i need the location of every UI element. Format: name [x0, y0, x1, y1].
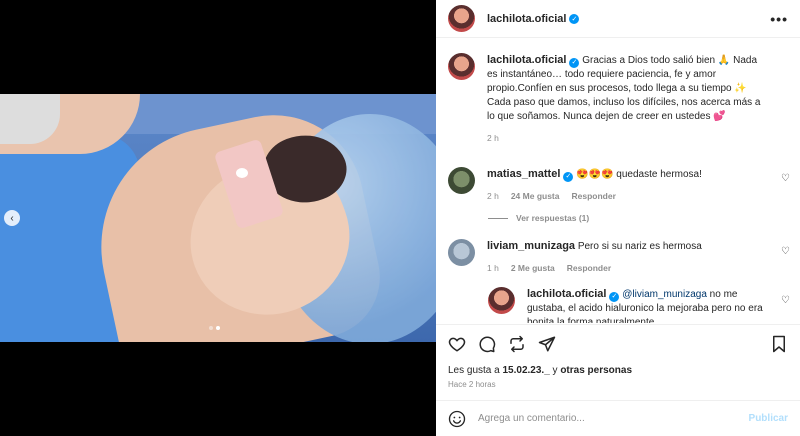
- reply-mention[interactable]: @liviam_munizaga: [622, 289, 707, 300]
- reply-item: lachilota.oficial ✓ @liviam_munizaga no m…: [488, 287, 773, 323]
- reply-avatar[interactable]: [488, 287, 515, 314]
- share-icon: [538, 336, 556, 351]
- heart-icon: [448, 337, 466, 352]
- verified-icon: ✓: [563, 172, 574, 182]
- comment-composer: Publicar: [436, 400, 800, 436]
- author-username[interactable]: lachilota.oficial: [487, 13, 566, 25]
- replies-divider: [488, 217, 508, 219]
- heart-icon[interactable]: ♡: [781, 173, 790, 184]
- post-timestamp: Hace 2 horas: [448, 380, 496, 389]
- comments-list[interactable]: lachilota.oficial ✓ Gracias a Dios todo s…: [436, 39, 800, 323]
- action-bar: [436, 324, 800, 362]
- reply-button[interactable]: Responder: [571, 189, 615, 203]
- comment-time: 1 h: [487, 263, 499, 273]
- carousel-dots: [209, 326, 220, 330]
- carousel-dot-active: [216, 326, 220, 330]
- more-options-button[interactable]: •••: [770, 11, 788, 27]
- comment-item: liviam_munizaga Pero si su nariz es herm…: [448, 239, 702, 275]
- verified-icon: ✓: [569, 58, 580, 68]
- commenter-avatar[interactable]: [448, 167, 475, 194]
- commenter-avatar[interactable]: [448, 239, 475, 266]
- comment-icon: [479, 335, 496, 352]
- save-button[interactable]: [770, 335, 788, 353]
- likes-others[interactable]: otras personas: [560, 365, 632, 376]
- caption-time: 2 h: [487, 133, 499, 143]
- heart-icon[interactable]: ♡: [781, 246, 790, 257]
- share-button[interactable]: [538, 335, 556, 353]
- comment-likes[interactable]: 24 Me gusta: [511, 189, 560, 203]
- like-button[interactable]: [448, 335, 466, 353]
- heart-icon[interactable]: ♡: [781, 295, 790, 306]
- caption-avatar[interactable]: [448, 53, 475, 80]
- comment-button[interactable]: [478, 335, 496, 353]
- reply-button[interactable]: Responder: [567, 261, 611, 275]
- likes-middle: y: [549, 365, 561, 376]
- comment-username[interactable]: matias_mattel: [487, 168, 560, 180]
- post-media: ‹: [0, 0, 436, 436]
- post-photo: [0, 94, 436, 342]
- repost-icon: [510, 335, 524, 352]
- comment-username[interactable]: liviam_munizaga: [487, 240, 575, 252]
- publish-button[interactable]: Publicar: [749, 413, 788, 424]
- verified-icon: ✓: [569, 13, 580, 24]
- verified-icon: ✓: [609, 292, 620, 302]
- comment-time: 2 h: [487, 191, 499, 201]
- view-replies-label: Ver respuestas (1): [516, 213, 590, 223]
- author-avatar[interactable]: [448, 5, 475, 32]
- likes-summary: Les gusta a 15.02.23._ y otras personas: [448, 365, 632, 376]
- likes-prefix: Les gusta a: [448, 365, 503, 376]
- repost-button[interactable]: [508, 335, 526, 353]
- comment-item: matias_mattel ✓ 😍😍😍 quedaste hermosa! 2 h…: [448, 167, 702, 203]
- post-header: lachilota.oficial ✓ •••: [436, 0, 800, 38]
- comment-input[interactable]: [478, 413, 749, 424]
- carousel-dot: [209, 326, 213, 330]
- bookmark-icon: [773, 335, 785, 352]
- comment-text: 😍😍😍 quedaste hermosa!: [576, 169, 702, 180]
- emoji-icon[interactable]: [448, 410, 466, 428]
- likes-user[interactable]: 15.02.23._: [502, 365, 549, 376]
- view-replies-button[interactable]: Ver respuestas (1): [488, 213, 589, 223]
- caption: lachilota.oficial ✓ Gracias a Dios todo s…: [448, 53, 767, 145]
- caption-username[interactable]: lachilota.oficial: [487, 54, 566, 66]
- comment-text: Pero si su nariz es hermosa: [577, 241, 702, 252]
- carousel-prev-button[interactable]: ‹: [4, 210, 20, 226]
- post-panel: lachilota.oficial ✓ ••• lachilota.oficia…: [436, 0, 800, 436]
- reply-username[interactable]: lachilota.oficial: [527, 288, 606, 300]
- comment-likes[interactable]: 2 Me gusta: [511, 261, 555, 275]
